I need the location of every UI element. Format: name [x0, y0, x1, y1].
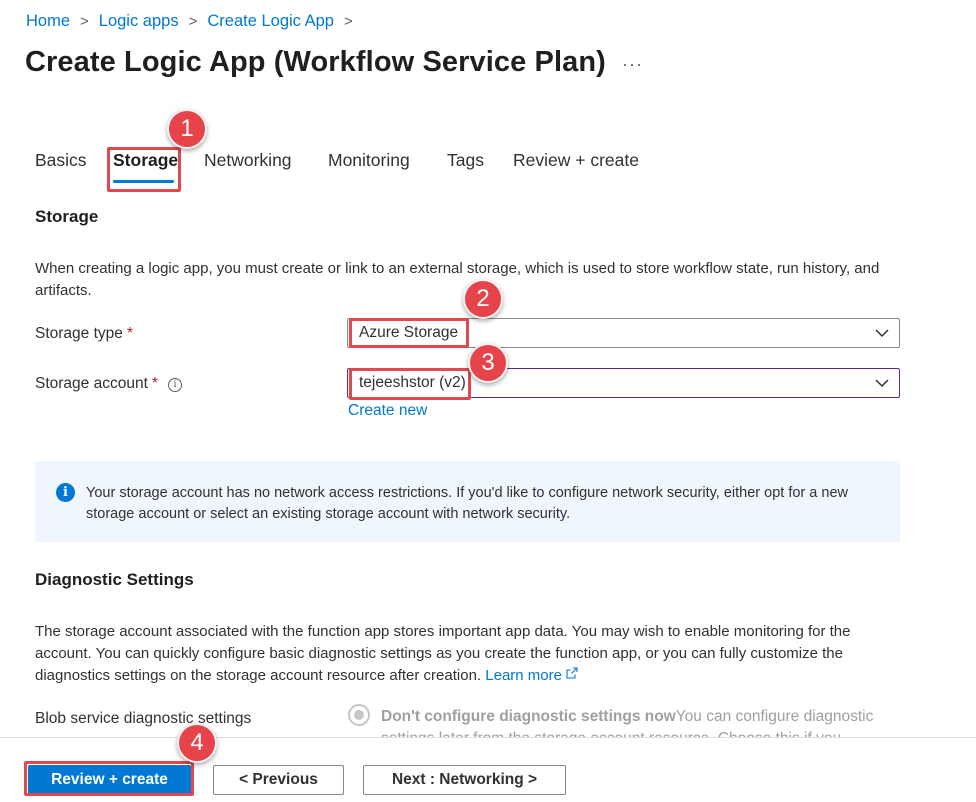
active-tab-indicator	[113, 180, 174, 183]
storage-type-label-text: Storage type	[35, 325, 123, 342]
external-link-icon	[566, 667, 578, 679]
step-badge-2: 2	[463, 279, 503, 319]
storage-type-value: Azure Storage	[359, 324, 459, 341]
review-create-button[interactable]: Review + create	[28, 765, 191, 795]
tab-review-create[interactable]: Review + create	[513, 150, 639, 171]
storage-heading: Storage	[35, 207, 99, 226]
storage-account-dropdown[interactable]: tejeeshstor (v2)	[347, 368, 900, 398]
tab-monitoring[interactable]: Monitoring	[328, 150, 410, 171]
network-info-text: Your storage account has no network acce…	[86, 485, 848, 522]
dont-configure-option-title: Don't configure diagnostic settings now	[381, 708, 676, 725]
diagnostic-description: The storage account associated with the …	[35, 621, 895, 687]
previous-button[interactable]: < Previous	[213, 765, 344, 795]
storage-account-value: tejeeshstor (v2)	[359, 374, 466, 391]
breadcrumb-create-logic-app[interactable]: Create Logic App	[207, 12, 334, 31]
storage-account-label-text: Storage account	[35, 375, 148, 392]
dont-configure-radio[interactable]	[348, 704, 370, 726]
tab-tags[interactable]: Tags	[447, 150, 484, 171]
blob-diagnostic-label: Blob service diagnostic settings	[35, 710, 252, 727]
breadcrumb-separator: >	[343, 13, 353, 30]
required-marker: *	[151, 375, 158, 392]
chevron-down-icon	[875, 379, 889, 388]
info-icon: i	[56, 483, 75, 502]
breadcrumb: Home > Logic apps > Create Logic App >	[26, 12, 363, 31]
diagnostic-description-text: The storage account associated with the …	[35, 623, 851, 684]
step-badge-1: 1	[167, 109, 207, 149]
learn-more-label: Learn more	[485, 667, 562, 684]
step-badge-4: 4	[177, 723, 217, 763]
next-networking-button[interactable]: Next : Networking >	[363, 765, 566, 795]
tab-basics[interactable]: Basics	[35, 150, 87, 171]
info-icon[interactable]: i	[167, 378, 182, 392]
breadcrumb-logic-apps[interactable]: Logic apps	[99, 12, 179, 31]
step-badge-3: 3	[468, 343, 508, 383]
learn-more-link[interactable]: Learn more	[485, 667, 578, 684]
storage-type-label: Storage type *	[35, 325, 133, 343]
tab-storage[interactable]: Storage	[113, 150, 178, 171]
required-marker: *	[126, 325, 133, 342]
chevron-down-icon	[875, 329, 889, 338]
page-title: Create Logic App (Workflow Service Plan)	[25, 46, 606, 78]
tab-networking[interactable]: Networking	[204, 150, 292, 171]
breadcrumb-home[interactable]: Home	[26, 12, 70, 31]
create-new-link[interactable]: Create new	[348, 402, 427, 420]
breadcrumb-separator: >	[80, 13, 89, 30]
storage-account-label: Storage account * i	[35, 375, 182, 393]
more-options-icon[interactable]: ···	[622, 54, 643, 75]
diagnostic-settings-heading: Diagnostic Settings	[35, 570, 194, 589]
network-info-box: i Your storage account has no network ac…	[35, 461, 900, 542]
footer-bar: Review + create < Previous Next : Networ…	[0, 737, 976, 802]
breadcrumb-separator: >	[188, 13, 198, 30]
storage-type-dropdown[interactable]: Azure Storage	[347, 318, 900, 348]
